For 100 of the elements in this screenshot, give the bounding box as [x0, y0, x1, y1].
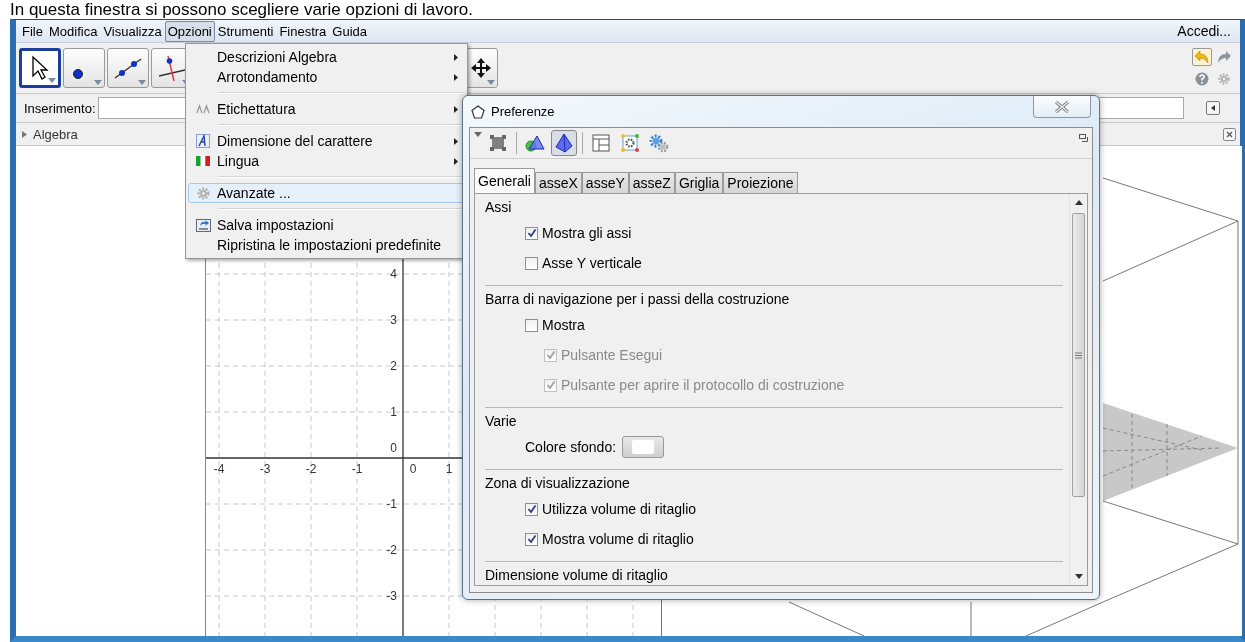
- menu-item[interactable]: Visualizza: [100, 20, 165, 42]
- expand-arrow-icon[interactable]: [22, 130, 27, 138]
- toggle-button[interactable]: [1206, 101, 1220, 115]
- scrollbar-thumb[interactable]: [1072, 213, 1085, 497]
- checkbox-label: Mostra gli assi: [542, 225, 632, 241]
- close-view-button[interactable]: [1223, 127, 1236, 141]
- y-axis-label: -1: [386, 497, 397, 511]
- checkbox[interactable]: [525, 532, 538, 546]
- y-axis-label: 4: [390, 267, 397, 281]
- tab[interactable]: Proiezione: [723, 172, 798, 193]
- y-axis-label: -3: [386, 589, 397, 603]
- x-axis-label: -2: [305, 462, 317, 476]
- checkbox[interactable]: [525, 226, 538, 240]
- checkbox[interactable]: [525, 256, 538, 270]
- x-axis-label: 0: [409, 462, 417, 476]
- y-axis-label: 3: [390, 313, 397, 327]
- pentagon-icon: [471, 104, 485, 119]
- section-title: Assi: [485, 198, 513, 217]
- menu-entry[interactable]: Etichettatura: [188, 99, 465, 119]
- section-title: Dimensione volume di ritaglio: [485, 566, 669, 585]
- y-axis-label: 1: [390, 405, 397, 419]
- square-icon: [489, 134, 507, 152]
- check-icon: [526, 504, 537, 514]
- x-axis-label: 1: [445, 462, 453, 476]
- check-icon: [526, 228, 537, 238]
- tool-button[interactable]: [19, 48, 61, 88]
- y-axis-label: 2: [390, 359, 397, 373]
- tab[interactable]: Generali: [474, 168, 535, 193]
- flag-icon: [196, 156, 210, 166]
- tab[interactable]: asseX: [534, 172, 582, 193]
- checkbox-label: Pulsante per aprire il protocollo di costruzione: [561, 377, 845, 393]
- view-title: Algebra: [33, 126, 78, 142]
- menu-item[interactable]: Strumenti: [214, 20, 277, 42]
- section-title: Barra di navigazione per i passi della costruzione: [485, 290, 791, 309]
- dialog-title: Preferenze: [491, 104, 555, 119]
- left-triangle-icon: [1210, 105, 1216, 111]
- menu-entry[interactable]: Arrotondamento: [188, 67, 465, 87]
- help-icon: [1195, 72, 1209, 86]
- up-arrow-icon: [1074, 200, 1083, 205]
- close-icon: [1054, 100, 1070, 113]
- y-axis-label: 0: [390, 441, 397, 455]
- tab[interactable]: asseY: [581, 172, 629, 193]
- close-icon: [1226, 130, 1233, 138]
- tab[interactable]: Griglia: [674, 172, 724, 193]
- sign-in-link[interactable]: Accedi...: [1177, 23, 1237, 39]
- x-axis-label: -3: [259, 462, 271, 476]
- menu-item[interactable]: Opzioni: [164, 20, 215, 42]
- grip-icon: [1075, 351, 1082, 359]
- tool-button[interactable]: [107, 48, 149, 88]
- gears-icon: [648, 133, 670, 153]
- point-icon: [73, 69, 83, 79]
- undo-arrow-icon: [1194, 50, 1210, 64]
- x-axis-label: -1: [351, 462, 363, 476]
- save-icon: [195, 217, 211, 233]
- arrow-cursor-icon: [29, 55, 51, 81]
- checkbox-label: Utilizza volume di ritaglio: [542, 501, 697, 517]
- gear-icon: [195, 185, 211, 201]
- pyramid-icon: [554, 133, 574, 153]
- menu-item[interactable]: Guida: [329, 20, 371, 42]
- menu-entry[interactable]: Ripristina le impostazioni predefinite: [188, 235, 465, 255]
- tool-button[interactable]: [63, 48, 105, 88]
- menu-entry[interactable]: Avanzate ...: [188, 183, 465, 203]
- menu-item[interactable]: Finestra: [276, 20, 330, 42]
- gear-icon: [1217, 72, 1231, 86]
- check-icon: [545, 350, 556, 360]
- tab[interactable]: asseZ: [628, 172, 675, 193]
- perpendicular-line-icon: [157, 54, 187, 82]
- caption-text: In questa finestra si possono scegliere varie opzioni di lavoro.: [9, 0, 475, 19]
- layout-icon: [592, 134, 610, 152]
- view-button[interactable]: [551, 130, 577, 156]
- down-arrow-icon: [1074, 574, 1083, 579]
- checkbox[interactable]: [525, 318, 538, 332]
- dropdown-caret-icon[interactable]: [474, 132, 482, 137]
- menu-item[interactable]: File: [19, 20, 46, 42]
- y-axis-label: -2: [386, 543, 397, 557]
- line-icon: [113, 55, 143, 81]
- object-gear-icon: [620, 133, 640, 153]
- undock-icon[interactable]: [1079, 134, 1088, 142]
- color-label: Colore sfondo:: [525, 439, 617, 455]
- undo-button[interactable]: [1192, 48, 1212, 66]
- color-button[interactable]: [622, 436, 665, 458]
- menu-entry[interactable]: Dimensione del carattere: [188, 131, 465, 151]
- checkbox-label: Mostra volume di ritaglio: [542, 531, 694, 547]
- menu-entry[interactable]: Descrizioni Algebra: [188, 47, 465, 67]
- checkbox-label: Mostra: [542, 317, 585, 333]
- section-title: Zona di visualizzazione: [485, 474, 631, 493]
- input-label: Inserimento:: [24, 100, 96, 116]
- move-arrows-icon: [470, 57, 492, 79]
- redo-arrow-icon: [1216, 50, 1232, 64]
- menu-entry[interactable]: Salva impostazioni: [188, 215, 465, 235]
- x-axis-label: -4: [213, 462, 225, 476]
- close-button[interactable]: [1033, 96, 1091, 118]
- menu-entry[interactable]: Lingua: [188, 151, 465, 171]
- checkbox-label: Asse Y verticale: [542, 255, 642, 271]
- font-icon: [196, 134, 210, 148]
- section-title: Varie: [485, 412, 518, 431]
- checkbox[interactable]: [525, 502, 538, 516]
- check-icon: [545, 380, 556, 390]
- check-icon: [526, 534, 537, 544]
- menu-item[interactable]: Modifica: [45, 20, 101, 42]
